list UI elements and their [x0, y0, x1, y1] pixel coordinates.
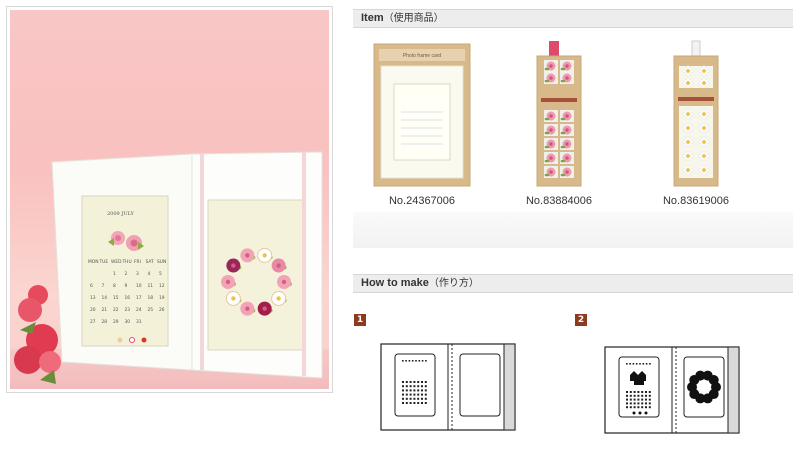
svg-text:10: 10	[136, 283, 142, 289]
svg-text:8: 8	[113, 283, 116, 289]
svg-text:14: 14	[102, 295, 108, 301]
step-1-diagram	[380, 343, 516, 431]
step-number-badge: 2	[575, 314, 587, 326]
svg-text:27: 27	[90, 319, 96, 325]
svg-text:19: 19	[159, 295, 165, 301]
svg-text:20: 20	[90, 307, 96, 313]
svg-text:6: 6	[90, 283, 93, 289]
rose-sticker-package	[494, 38, 624, 188]
svg-text:25: 25	[148, 307, 154, 313]
svg-text:29: 29	[113, 319, 119, 325]
carnation-icon	[14, 285, 61, 384]
svg-text:3: 3	[136, 271, 139, 277]
svg-text:23: 23	[125, 307, 131, 313]
step-2-diagram	[604, 346, 740, 434]
svg-text:WED: WED	[111, 259, 122, 265]
svg-text:TUE: TUE	[99, 259, 109, 265]
product-item[interactable]: No.83884006	[494, 38, 624, 207]
svg-text:26: 26	[159, 307, 165, 313]
svg-text:17: 17	[136, 295, 142, 301]
svg-text:5: 5	[159, 271, 162, 277]
svg-text:1: 1	[113, 271, 116, 277]
svg-text:28: 28	[102, 319, 108, 325]
items-header-title: Item	[361, 12, 384, 24]
svg-text:13: 13	[90, 295, 96, 301]
svg-text:FRI: FRI	[134, 259, 141, 265]
items-header-subtitle: （使用商品）	[383, 13, 444, 24]
svg-text:7: 7	[102, 283, 105, 289]
items-section-header: Item（使用商品）	[353, 9, 793, 28]
svg-text:12: 12	[159, 283, 165, 289]
svg-text:22: 22	[113, 307, 119, 313]
daisy-sticker-package	[631, 38, 761, 188]
svg-text:4: 4	[148, 271, 151, 277]
photo-illustration: 2009 JULY MON TUE WED THU FRI SAT SUN1 2 3 4 56 7 8 9…	[14, 151, 323, 384]
howto-header-subtitle: （作り方）	[428, 278, 479, 289]
svg-text:16: 16	[125, 295, 131, 301]
product-code: No.24367006	[388, 195, 456, 207]
svg-text:11: 11	[148, 283, 154, 289]
svg-text:21: 21	[102, 307, 108, 313]
svg-text:9: 9	[125, 283, 128, 289]
product-code: No.83884006	[525, 195, 593, 207]
svg-text:24: 24	[136, 307, 142, 313]
product-item[interactable]: Photo frame card No.24367006	[357, 38, 487, 207]
svg-text:Photo frame card: Photo frame card	[403, 53, 442, 59]
svg-text:31: 31	[136, 319, 142, 325]
product-photo-frame: 2009 JULY MON TUE WED THU FRI SAT SUN 1 2 3 4 5 6 7 8 9…	[6, 6, 333, 393]
svg-text:SAT: SAT	[146, 259, 155, 265]
howto-header-title: How to make	[361, 277, 429, 289]
product-code: No.83619006	[662, 195, 730, 207]
svg-text:2: 2	[125, 271, 128, 277]
svg-text:SUN: SUN	[157, 259, 166, 265]
calendar-title: 2009 JULY	[107, 211, 135, 217]
svg-text:MON: MON	[88, 259, 99, 265]
svg-text:18: 18	[148, 295, 154, 301]
product-photo: 2009 JULY MON TUE WED THU FRI SAT SUN 1 2 3 4 5 6 7 8 9…	[10, 10, 329, 389]
svg-text:15: 15	[113, 295, 119, 301]
howto-section-header: How to make（作り方）	[353, 274, 793, 293]
svg-text:THU: THU	[122, 259, 132, 265]
step-number-badge: 1	[354, 314, 366, 326]
product-item[interactable]: No.83619006	[631, 38, 761, 207]
photo-frame-card-package: Photo frame card	[357, 38, 487, 188]
svg-text:30: 30	[125, 319, 131, 325]
